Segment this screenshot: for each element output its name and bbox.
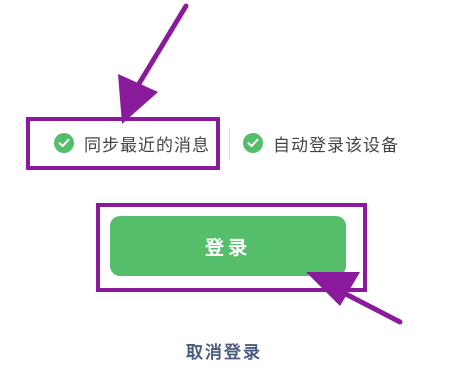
arrow-up-icon — [306, 272, 403, 325]
arrow-down-icon — [118, 3, 189, 124]
annotation-arrows — [118, 3, 403, 325]
